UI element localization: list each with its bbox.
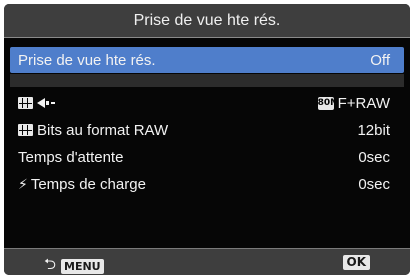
menu-item-value: 0sec xyxy=(358,175,390,193)
menu-item-label: Prise de vue hte rés. xyxy=(18,51,156,69)
menu-item-value: F+RAW xyxy=(337,94,390,112)
quality-arrow-icon xyxy=(37,97,57,109)
menu-item-image-quality[interactable]: 80M F+RAW xyxy=(10,91,404,115)
menu-item-value: 0sec xyxy=(358,148,390,166)
back-arrow-icon: ⮌ xyxy=(44,256,57,273)
menu-item-charge-time[interactable]: ⚡ Temps de charge 0sec xyxy=(10,172,404,196)
menu-key-badge: MENU xyxy=(61,259,104,274)
flash-icon: ⚡ xyxy=(18,175,28,192)
menu-item-raw-bits[interactable]: Bits au format RAW 12bit xyxy=(10,118,404,142)
menu-title: Prise de vue hte rés. xyxy=(133,11,281,29)
back-button[interactable]: ⮌ MENU xyxy=(44,254,104,275)
quality-badge: 80M xyxy=(317,96,340,110)
menu-item-wait-time[interactable]: Temps d'attente 0sec xyxy=(10,145,404,169)
image-quality-icon xyxy=(18,124,33,136)
menu-footer: ⮌ MENU OK xyxy=(4,248,410,275)
menu-item-value: 12bit xyxy=(357,121,390,139)
image-quality-icon xyxy=(18,97,33,109)
ok-button[interactable]: OK xyxy=(342,255,370,270)
menu-item-label: Temps d'attente xyxy=(18,148,124,166)
menu-item-high-res-shot[interactable]: Prise de vue hte rés. Off xyxy=(10,47,404,73)
camera-menu-screen: Prise de vue hte rés. Prise de vue hte r… xyxy=(4,4,410,275)
menu-title-bar: Prise de vue hte rés. xyxy=(4,4,410,38)
menu-divider xyxy=(10,74,404,87)
menu-item-label: Bits au format RAW xyxy=(37,121,169,139)
menu-item-label: Temps de charge xyxy=(30,175,146,193)
menu-item-value: Off xyxy=(370,51,390,69)
